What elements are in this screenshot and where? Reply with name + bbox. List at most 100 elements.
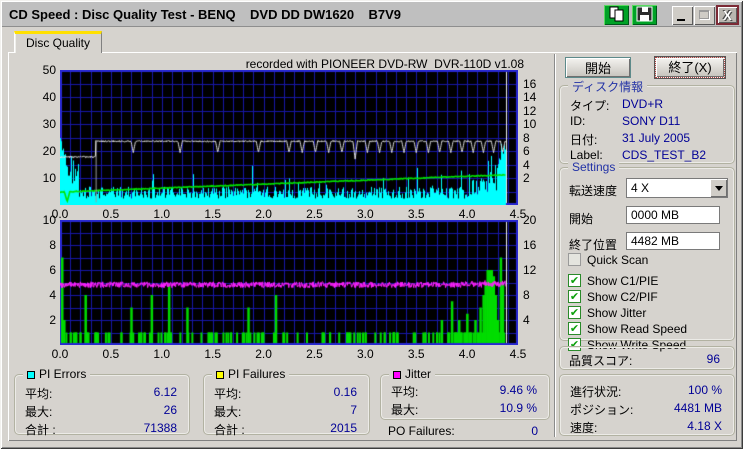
end-pos-label: 終了位置	[569, 238, 618, 252]
stat-row-label: 平均:	[25, 387, 53, 401]
settings-title: Settings	[568, 160, 620, 174]
checkbox-empty[interactable]	[568, 253, 581, 266]
axis-tick-label: 10	[523, 117, 537, 131]
stat-row-value: 6.12	[153, 385, 177, 399]
axis-tick-label: 3.5	[407, 347, 425, 361]
axis-tick-label: 12	[523, 103, 537, 118]
axis-tick-label: 0.0	[51, 347, 69, 361]
copy-icon[interactable]	[604, 5, 629, 25]
disc-info-value: 31 July 2005	[622, 131, 691, 145]
jitter-title: Jitter	[389, 367, 436, 381]
start-pos-input[interactable]: 0000 MB	[626, 206, 720, 224]
checkbox-label: Show C1/PIE	[587, 274, 659, 288]
axis-tick-label: 2.0	[255, 347, 272, 361]
disc-info-row: タイプ: DVD+R	[570, 97, 724, 113]
tab-disc-quality[interactable]: Disc Quality	[14, 31, 102, 53]
titlebar[interactable]: CD Speed : Disc Quality Test - BENQ DVD …	[2, 2, 741, 27]
axis-tick-label: 4.5	[509, 347, 527, 361]
stat-row: 平均: 6.12	[25, 385, 179, 401]
axis-tick-label: 4	[49, 288, 56, 302]
axis-tick-label: 2	[523, 171, 530, 185]
stat-row: 最大: 26	[25, 403, 179, 419]
disc-info-label: タイプ:	[570, 99, 610, 113]
stat-row-value: 0.16	[333, 385, 357, 399]
checkbox-label: Show Jitter	[587, 306, 647, 320]
axis-tick-label: 30	[42, 117, 56, 131]
axis-tick-label: 1.5	[204, 347, 221, 361]
save-icon[interactable]	[632, 5, 657, 25]
disc-info-label: 日付:	[570, 133, 598, 147]
stat-row-value: 4.18 X	[687, 419, 722, 433]
stat-row-label: 平均:	[214, 387, 242, 401]
disc-info-row: ID: SONY D11	[570, 114, 724, 130]
stat-row-value: 7	[350, 403, 357, 417]
maximize-button[interactable]	[694, 6, 715, 25]
tab-label: Disc Quality	[25, 36, 90, 50]
disc-info-box: ディスク情報 タイプ: DVD+R ID: SONY D11 日付: 31 July 20…	[559, 78, 735, 164]
axis-tick-label: 3.5	[407, 207, 425, 221]
jitter-legend-swatch	[393, 371, 401, 379]
axis-tick-label: 1.0	[153, 207, 171, 221]
start-pos-label: 開始	[569, 212, 594, 226]
stop-button[interactable]: 終了(X)	[654, 56, 726, 79]
stat-row: 最大: 7	[214, 403, 359, 419]
speed-combobox[interactable]: 4 X	[626, 178, 728, 198]
axis-tick-label: 50	[42, 63, 56, 77]
stat-row: 平均: 9.46 %	[391, 383, 539, 399]
end-pos-input[interactable]: 4482 MB	[626, 232, 720, 250]
axis-tick-label: 20	[523, 213, 537, 227]
checkbox-label: Show C2/PIF	[587, 290, 658, 304]
recorded-with-label: recorded with PIONEER DVD-RW DVR-110D v1…	[245, 57, 524, 71]
checkbox-label: Show Read Speed	[587, 322, 688, 336]
axis-tick-label: 4	[523, 157, 530, 172]
start-button[interactable]: 開始	[565, 57, 631, 78]
axis-tick-label: 1.0	[153, 347, 171, 361]
axis-tick-label: 40	[42, 90, 56, 104]
axis-tick-label: 3.0	[356, 347, 374, 361]
window-title: CD Speed : Disc Quality Test - BENQ DVD …	[9, 7, 402, 22]
minimize-button[interactable]	[672, 6, 693, 25]
po-failures-label: PO Failures:	[388, 424, 455, 438]
axis-tick-label: 16	[523, 76, 537, 91]
stat-row-value: 2015	[330, 421, 357, 435]
stat-row-value: 100 %	[687, 383, 722, 397]
disc-info-row: 日付: 31 July 2005	[570, 131, 724, 147]
disc-info-value: DVD+R	[622, 97, 664, 111]
checkmark-icon[interactable]: ✔	[568, 306, 581, 319]
stat-row-label: ポジション:	[570, 403, 634, 417]
axis-tick-label: 0.5	[102, 347, 120, 361]
stat-row-label: 最大:	[391, 403, 419, 417]
axis-tick-label: 12	[523, 263, 537, 277]
stat-row-label: 速度:	[570, 421, 598, 435]
settings-box: Settings 転送速度 4 X 開始 0000 MB 終了位置 4482 M…	[559, 160, 735, 352]
axis-tick-label: 10	[42, 213, 56, 227]
jitter-box: Jitter 平均: 9.46 % 最大: 10.9 %	[380, 367, 550, 420]
speed-combobox-value: 4 X	[631, 181, 650, 195]
pi-errors-box: PI Errors 平均: 6.12 最大: 26 合計 : 71388	[14, 367, 190, 437]
checkmark-icon[interactable]: ✔	[568, 290, 581, 303]
pi-errors-title: PI Errors	[23, 367, 91, 381]
chevron-down-icon	[714, 186, 723, 195]
combobox-dropdown-button[interactable]	[710, 179, 727, 197]
axis-tick-label: 4.0	[458, 347, 476, 361]
po-failures-value: 0	[531, 424, 538, 438]
stat-row: ポジション: 4481 MB	[570, 401, 724, 417]
checkbox-label: Quick Scan	[587, 253, 649, 267]
pif-jitter-chart	[60, 220, 518, 345]
axis-tick-label: 2.0	[255, 207, 272, 221]
axis-tick-label: 2.5	[306, 347, 323, 361]
pi-failures-legend-swatch	[216, 371, 224, 379]
disc-info-value: CDS_TEST_B2	[622, 148, 707, 162]
axis-tick-label: 3.0	[356, 207, 374, 221]
stat-row-label: 最大:	[214, 405, 242, 419]
checkmark-icon[interactable]: ✔	[568, 322, 581, 335]
checkmark-icon[interactable]: ✔	[568, 274, 581, 287]
axis-tick-label: 6	[49, 263, 56, 277]
close-button[interactable]: X	[716, 5, 739, 25]
axis-tick-label: 8	[49, 238, 56, 252]
panel-divider	[554, 54, 556, 437]
stat-row: 進行状況: 100 %	[570, 383, 724, 399]
axis-tick-label: 4	[523, 313, 530, 327]
quality-score-value: 96	[706, 352, 720, 366]
stat-row-label: 最大:	[25, 405, 53, 419]
